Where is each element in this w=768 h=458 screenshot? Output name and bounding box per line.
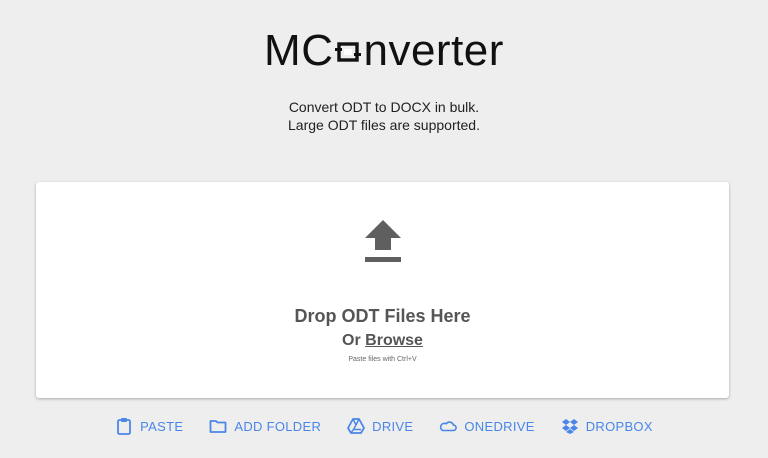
add-folder-button[interactable]: ADD FOLDER bbox=[196, 413, 334, 439]
or-label: Or bbox=[342, 332, 361, 349]
drive-button[interactable]: DRIVE bbox=[334, 413, 426, 439]
logo-text-right: nverter bbox=[363, 26, 504, 75]
paste-hint: Paste files with Ctrl+V bbox=[348, 356, 417, 363]
clipboard-icon bbox=[117, 418, 132, 435]
tagline-line-2: Large ODT files are supported. bbox=[288, 117, 480, 133]
source-toolbar: PASTE ADD FOLDER DRIVE ONEDRIVE DROPBOX bbox=[0, 412, 768, 440]
dropbox-label: DROPBOX bbox=[585, 418, 653, 434]
paste-label: PASTE bbox=[140, 418, 184, 434]
tagline: Convert ODT to DOCX in bulk. Large ODT f… bbox=[0, 98, 768, 134]
browse-line: Or Browse bbox=[36, 332, 729, 350]
app-logo: MC nverter bbox=[0, 26, 768, 76]
google-drive-icon bbox=[347, 418, 366, 434]
onedrive-icon bbox=[440, 421, 458, 432]
convert-arrows-icon bbox=[335, 42, 362, 62]
file-drop-zone[interactable] bbox=[36, 182, 729, 398]
tagline-line-1: Convert ODT to DOCX in bulk. bbox=[288, 99, 480, 115]
drive-label: DRIVE bbox=[372, 418, 414, 434]
onedrive-label: ONEDRIVE bbox=[464, 418, 535, 434]
upload-icon bbox=[365, 220, 401, 262]
paste-button[interactable]: PASTE bbox=[102, 413, 196, 439]
onedrive-button[interactable]: ONEDRIVE bbox=[426, 413, 547, 439]
browse-link[interactable]: Browse bbox=[365, 332, 423, 349]
dropbox-icon bbox=[561, 419, 578, 434]
add-folder-label: ADD FOLDER bbox=[234, 418, 322, 434]
dropbox-button[interactable]: DROPBOX bbox=[548, 413, 666, 439]
logo-text-left: MC bbox=[264, 26, 334, 75]
folder-icon bbox=[209, 420, 227, 433]
drop-title: Drop ODT Files Here bbox=[294, 306, 471, 326]
